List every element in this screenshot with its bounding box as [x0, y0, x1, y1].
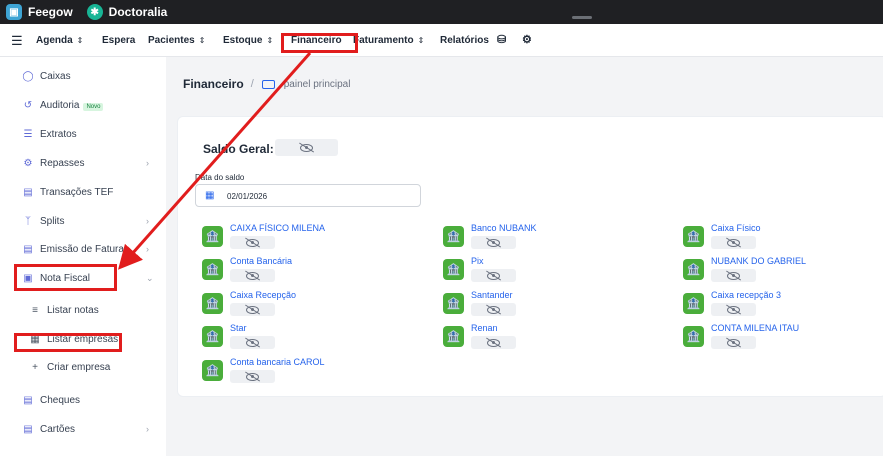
- annotation-arrow: [118, 52, 312, 270]
